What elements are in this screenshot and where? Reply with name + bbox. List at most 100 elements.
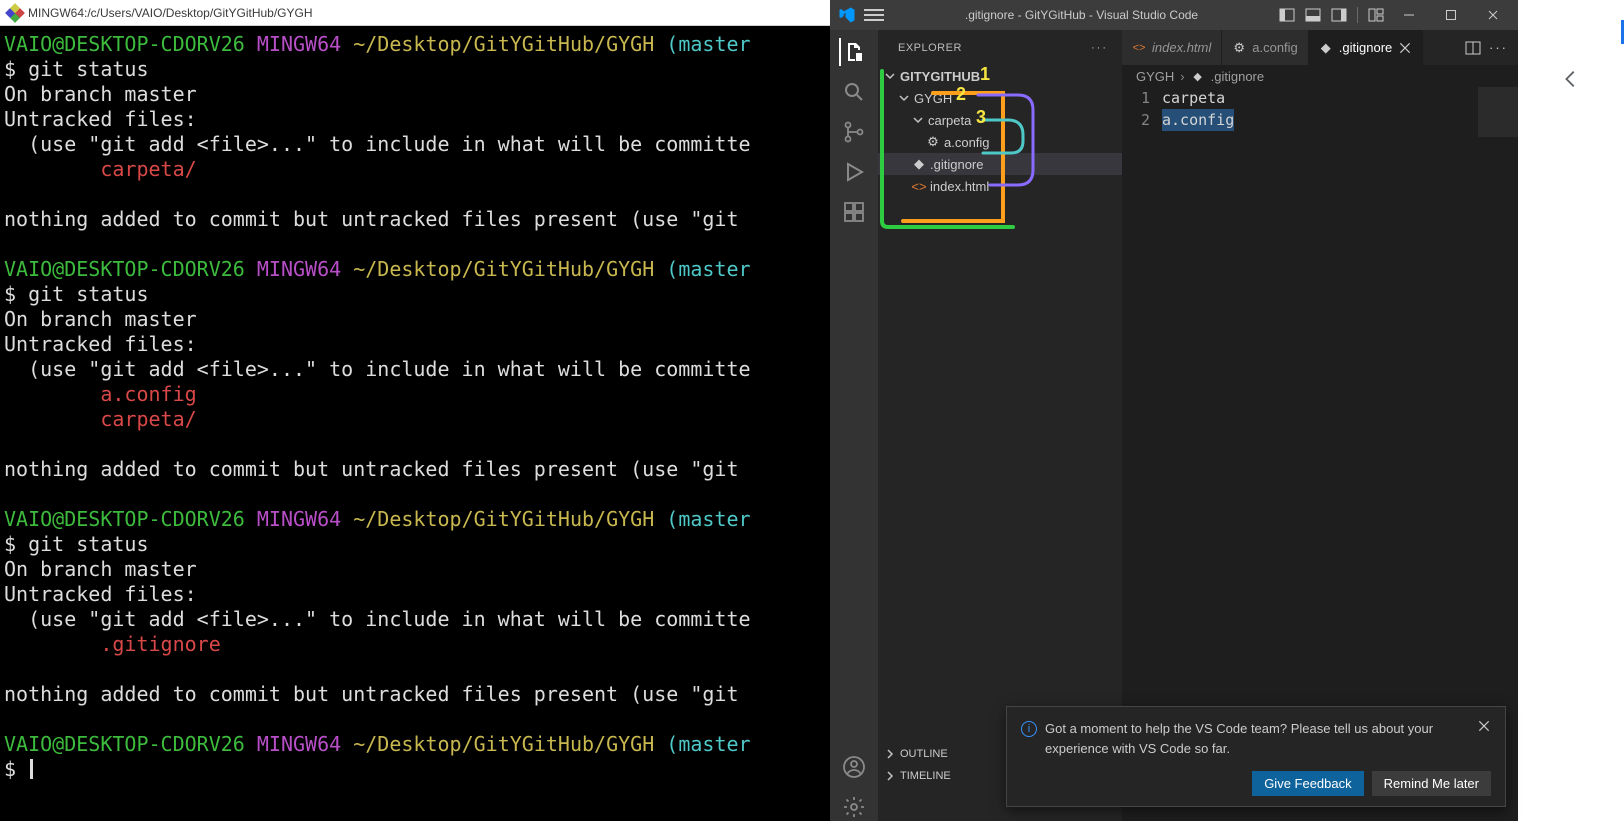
explorer-header: EXPLORER ···	[878, 30, 1122, 65]
extensions-activity-icon[interactable]	[840, 198, 868, 226]
panel-right-icon[interactable]	[1331, 7, 1347, 23]
close-tab-icon[interactable]	[1398, 41, 1412, 55]
info-icon: i	[1021, 721, 1037, 737]
code-line: carpeta	[1162, 89, 1225, 107]
prompt-user-host: VAIO@DESKTOP-CDORV26	[4, 257, 245, 281]
split-editor-icon[interactable]	[1465, 40, 1481, 56]
line-number: 1	[1122, 87, 1150, 109]
more-actions-icon[interactable]: ···	[1091, 42, 1108, 54]
settings-gear-icon[interactable]	[840, 793, 868, 821]
tree-folder-gygh[interactable]: GYGH	[878, 87, 1122, 109]
gear-file-icon: ⚙	[926, 135, 940, 149]
activity-bar	[830, 30, 878, 821]
command-text: git status	[28, 57, 148, 81]
gitignore-file-icon: ◆	[1191, 69, 1205, 83]
vscode-window: .gitignore - GitYGitHub - Visual Studio …	[830, 0, 1518, 821]
toast-message: Got a moment to help the VS Code team? P…	[1045, 719, 1469, 759]
untracked-file: a.config	[100, 382, 196, 406]
file-label: a.config	[944, 135, 990, 150]
minimap-viewport[interactable]	[1478, 87, 1518, 137]
window-title: .gitignore - GitYGitHub - Visual Studio …	[892, 8, 1271, 22]
tab-index-html[interactable]: <> index.html	[1122, 30, 1222, 65]
chevron-down-icon	[912, 114, 924, 126]
editor-group: <> index.html ⚙ a.config ◆ .gitignore	[1122, 30, 1518, 821]
prompt-dollar: $	[4, 57, 28, 81]
tree-folder-carpeta[interactable]: carpeta	[878, 109, 1122, 131]
vscode-logo-icon	[838, 6, 856, 24]
tree-file-index-html[interactable]: <> index.html	[878, 175, 1122, 197]
accounts-activity-icon[interactable]	[840, 753, 868, 781]
output-on-branch: On branch master	[4, 82, 197, 106]
prompt-path: ~/Desktop/GitYGitHub/GYGH	[353, 257, 654, 281]
timeline-label: TIMELINE	[900, 770, 951, 782]
chevron-down-icon	[898, 92, 910, 104]
editor-tabs: <> index.html ⚙ a.config ◆ .gitignore	[1122, 30, 1518, 65]
file-tree: GITYGITHUB GYGH carpeta ⚙ a.config	[878, 65, 1122, 197]
customize-layout-icon[interactable]	[1368, 7, 1384, 23]
chevron-right-icon: ›	[1180, 69, 1184, 84]
untracked-file: carpeta/	[100, 407, 196, 431]
tab-gitignore[interactable]: ◆ .gitignore	[1309, 30, 1423, 65]
breadcrumb-item[interactable]: GYGH	[1136, 69, 1174, 84]
hamburger-menu-icon[interactable]	[864, 5, 884, 25]
tab-label: .gitignore	[1339, 40, 1392, 55]
tree-file-a-config[interactable]: ⚙ a.config	[878, 131, 1122, 153]
close-button[interactable]	[1476, 0, 1510, 30]
output-untracked-header: Untracked files:	[4, 107, 197, 131]
tab-label: index.html	[1152, 40, 1211, 55]
chevron-right-icon	[884, 770, 896, 782]
mingw-icon	[8, 6, 22, 20]
explorer-sidebar: EXPLORER ··· GITYGITHUB GYGH carpeta	[878, 30, 1122, 821]
feedback-toast: i Got a moment to help the VS Code team?…	[1006, 706, 1506, 807]
file-label: index.html	[930, 179, 989, 194]
terminal-titlebar[interactable]: MINGW64:/c/Users/VAIO/Desktop/GitYGitHub…	[0, 0, 830, 26]
tab-a-config[interactable]: ⚙ a.config	[1222, 30, 1309, 65]
breadcrumb-item[interactable]: .gitignore	[1211, 69, 1264, 84]
mingw-terminal-window: MINGW64:/c/Users/VAIO/Desktop/GitYGitHub…	[0, 0, 830, 821]
html-file-icon: <>	[1132, 41, 1146, 55]
prompt-shell: MINGW64	[257, 257, 341, 281]
output-add-hint: (use "git add <file>..." to include in w…	[4, 132, 751, 156]
source-control-activity-icon[interactable]	[840, 118, 868, 146]
separator	[1357, 7, 1358, 23]
prompt-dollar: $	[4, 757, 28, 781]
adjacent-window-sliver	[1518, 0, 1624, 821]
chevron-down-icon	[884, 70, 896, 82]
terminal-body[interactable]: VAIO@DESKTOP-CDORV26 MINGW64 ~/Desktop/G…	[0, 26, 830, 821]
run-debug-activity-icon[interactable]	[840, 158, 868, 186]
untracked-file: carpeta/	[100, 157, 196, 181]
tree-file-gitignore[interactable]: ◆ .gitignore	[878, 153, 1122, 175]
title-layout-controls	[1279, 7, 1384, 23]
prompt-path: ~/Desktop/GitYGitHub/GYGH	[353, 32, 654, 56]
prompt-branch: (master	[666, 257, 750, 281]
more-actions-icon[interactable]: ···	[1489, 40, 1508, 55]
untracked-file: .gitignore	[100, 632, 220, 656]
prompt-shell: MINGW64	[257, 32, 341, 56]
breadcrumbs[interactable]: GYGH › ◆ .gitignore	[1122, 65, 1518, 87]
panel-bottom-icon[interactable]	[1305, 7, 1321, 23]
html-file-icon: <>	[912, 179, 926, 193]
root-folder-label: GITYGITHUB	[900, 69, 980, 84]
maximize-button[interactable]	[1434, 0, 1468, 30]
file-label: .gitignore	[930, 157, 983, 172]
explorer-label: EXPLORER	[898, 42, 962, 54]
search-activity-icon[interactable]	[840, 78, 868, 106]
explorer-activity-icon[interactable]	[839, 38, 867, 66]
prompt-branch: (master	[666, 32, 750, 56]
code-line: a.config	[1162, 109, 1234, 131]
vscode-titlebar[interactable]: .gitignore - GitYGitHub - Visual Studio …	[830, 0, 1518, 30]
give-feedback-button[interactable]: Give Feedback	[1252, 771, 1363, 796]
panel-left-icon[interactable]	[1279, 7, 1295, 23]
folder-label: GYGH	[914, 91, 952, 106]
chevron-right-icon	[884, 748, 896, 760]
back-arrow-icon[interactable]	[1560, 68, 1582, 90]
minimize-button[interactable]	[1392, 0, 1426, 30]
outline-label: OUTLINE	[900, 748, 948, 760]
output-nothing: nothing added to commit but untracked fi…	[4, 207, 751, 231]
tree-root-folder[interactable]: GITYGITHUB	[878, 65, 1122, 87]
close-toast-icon[interactable]	[1477, 719, 1491, 733]
cursor	[30, 759, 33, 779]
tab-label: a.config	[1252, 40, 1298, 55]
folder-label: carpeta	[928, 113, 971, 128]
remind-later-button[interactable]: Remind Me later	[1372, 771, 1491, 796]
